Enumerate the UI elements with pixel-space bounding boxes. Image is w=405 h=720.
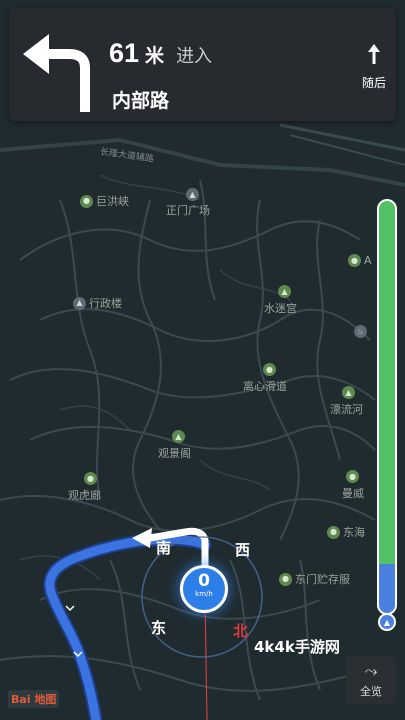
then-maneuver: 随后 bbox=[352, 44, 396, 91]
park-icon: ● bbox=[263, 363, 276, 376]
navigation-screen: 长隆大道辅路 ● 巨洪峡 ▲ 正门广场 ▲ 行政楼 ▲ 水迷宫 ● 离心滑道 ▲… bbox=[0, 0, 405, 720]
poi-item[interactable]: ● 观虎廊 bbox=[68, 472, 101, 503]
poi-item[interactable]: ● 曼威 bbox=[342, 470, 364, 501]
poi-item[interactable]: ♨ bbox=[354, 325, 367, 338]
speedometer: 0 km/h bbox=[180, 565, 228, 613]
poi-item[interactable]: ▲ 行政楼 bbox=[73, 295, 122, 311]
watermark-text: 4k4k手游网 bbox=[254, 638, 340, 656]
poi-label: A bbox=[364, 254, 372, 267]
baidu-map-logo: Bai 地图 bbox=[8, 690, 60, 708]
museum-icon: ▲ bbox=[278, 285, 291, 298]
compass-west: 西 bbox=[235, 541, 251, 559]
poi-label: 曼威 bbox=[342, 487, 364, 500]
compass-south: 南 bbox=[156, 539, 172, 557]
poi-item[interactable]: ● 离心滑道 bbox=[243, 363, 287, 394]
then-label: 随后 bbox=[361, 76, 386, 90]
poi-item[interactable]: ▲ 水迷宫 bbox=[264, 285, 297, 316]
museum-icon: ▲ bbox=[172, 430, 185, 443]
building-icon: ▲ bbox=[186, 188, 199, 201]
poi-label: 观虎廊 bbox=[68, 489, 101, 502]
distance-unit: 米 bbox=[145, 45, 165, 67]
turn-left-arrow-icon bbox=[23, 34, 90, 112]
fire-icon: ♨ bbox=[354, 325, 367, 338]
park-icon: ● bbox=[84, 472, 97, 485]
progress-remaining bbox=[377, 199, 397, 615]
maneuver-action: 进入 bbox=[176, 46, 213, 67]
speed-unit: km/h bbox=[195, 590, 213, 598]
park-icon: ● bbox=[80, 194, 93, 208]
compass-north: 北 bbox=[233, 622, 249, 640]
poi-label: 离心滑道 bbox=[243, 380, 287, 393]
next-road-name: 内部路 bbox=[112, 90, 170, 112]
poi-item[interactable]: ● 巨洪峡 bbox=[80, 193, 129, 209]
poi-label: 观景阁 bbox=[158, 447, 191, 460]
park-icon: ● bbox=[346, 470, 359, 483]
poi-label: 漂流河 bbox=[330, 403, 363, 416]
poi-item[interactable]: ▲ 正门广场 bbox=[166, 188, 210, 218]
park-icon: ● bbox=[279, 572, 292, 586]
speed-value: 0 bbox=[198, 571, 210, 591]
progress-done bbox=[379, 563, 395, 613]
building-icon: ▲ bbox=[73, 296, 86, 310]
park-icon: ● bbox=[348, 254, 361, 267]
distance-readout: 61 米 进入 bbox=[109, 38, 212, 69]
poi-label: 行政楼 bbox=[89, 297, 122, 310]
poi-item[interactable]: ● A bbox=[348, 254, 372, 267]
compass-east: 东 bbox=[151, 619, 167, 637]
overview-label: 全览 bbox=[360, 685, 382, 698]
poi-label: 正门广场 bbox=[166, 204, 210, 217]
car-position-icon: ▲ bbox=[378, 613, 396, 631]
poi-item[interactable]: ● 东海 bbox=[327, 524, 365, 540]
museum-icon: ▲ bbox=[342, 386, 355, 399]
route-progress-bar: ▲ bbox=[377, 199, 397, 639]
poi-item[interactable]: ● 东门贮存服 bbox=[279, 571, 350, 587]
park-icon: ● bbox=[327, 525, 340, 539]
poi-item[interactable]: ▲ 观景阁 bbox=[158, 430, 191, 461]
poi-label: 水迷宫 bbox=[264, 302, 297, 315]
poi-item[interactable]: ▲ 漂流河 bbox=[330, 386, 363, 417]
poi-label: 东海 bbox=[343, 526, 365, 539]
straight-arrow-icon bbox=[368, 44, 380, 64]
poi-label: 东门贮存服 bbox=[295, 573, 350, 586]
overview-button[interactable]: ⤳ 全览 bbox=[346, 656, 396, 704]
navigation-guidance-panel[interactable]: 61 米 进入 内部路 随后 bbox=[9, 8, 396, 121]
poi-label: 巨洪峡 bbox=[96, 195, 129, 208]
route-overview-icon: ⤳ bbox=[364, 661, 378, 680]
distance-value: 61 bbox=[109, 38, 140, 68]
